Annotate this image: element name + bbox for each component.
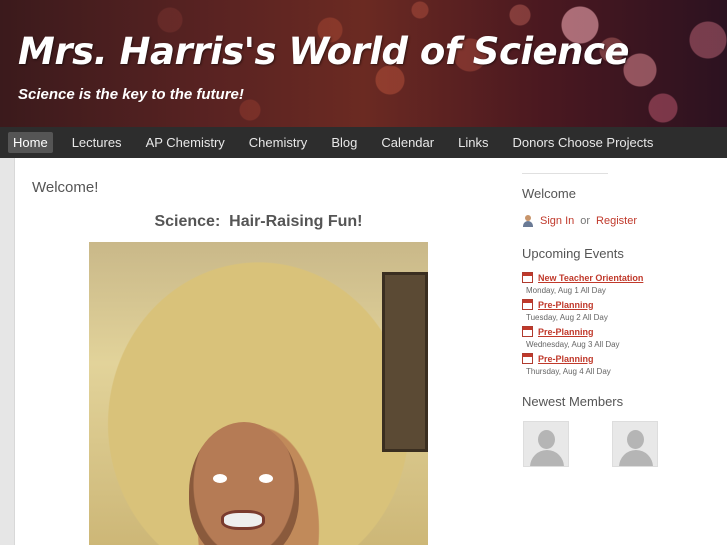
user-icon	[522, 215, 534, 227]
site-header: Mrs. Harris's World of Science Science i…	[0, 0, 727, 127]
calendar-icon	[522, 353, 533, 364]
member-avatar[interactable]	[612, 421, 658, 467]
sidebar: Welcome Sign In or Register Upcoming Eve…	[522, 158, 722, 545]
site-title[interactable]: Mrs. Harris's World of Science	[18, 30, 630, 73]
event-title-link[interactable]: Pre-Planning	[538, 300, 594, 310]
page-title: Welcome!	[32, 179, 99, 196]
event-date: Monday, Aug 1 All Day	[526, 286, 606, 295]
hair-raising-photo	[89, 242, 428, 545]
event-item: Pre-Planning Wednesday, Aug 3 All Day	[522, 326, 722, 349]
sign-in-link[interactable]: Sign In	[540, 215, 574, 227]
nav-item-lectures[interactable]: Lectures	[67, 132, 127, 153]
sidebar-divider	[522, 173, 608, 174]
upcoming-events-heading: Upcoming Events	[522, 246, 624, 261]
event-title-link[interactable]: New Teacher Orientation	[538, 273, 643, 283]
nav-item-donors-choose[interactable]: Donors Choose Projects	[507, 132, 658, 153]
event-title-link[interactable]: Pre-Planning	[538, 354, 594, 364]
calendar-icon	[522, 326, 533, 337]
nav-item-links[interactable]: Links	[453, 132, 493, 153]
mouth	[221, 510, 265, 530]
newest-members-heading: Newest Members	[522, 394, 624, 409]
right-eye	[259, 474, 273, 483]
event-item: New Teacher Orientation Monday, Aug 1 Al…	[522, 272, 722, 295]
calendar-icon	[522, 272, 533, 283]
calendar-icon	[522, 299, 533, 310]
welcome-heading: Welcome	[522, 186, 576, 201]
left-eye	[213, 474, 227, 483]
nav-item-blog[interactable]: Blog	[326, 132, 362, 153]
or-label: or	[580, 215, 591, 227]
main-nav: Home Lectures AP Chemistry Chemistry Blo…	[0, 127, 727, 158]
post-title: Science: Hair-Raising Fun!	[154, 213, 363, 230]
content-area: Welcome! Science: Hair-Raising Fun! Welc…	[14, 158, 727, 545]
event-item: Pre-Planning Tuesday, Aug 2 All Day	[522, 299, 722, 322]
wall-picture-frame	[382, 272, 428, 452]
nav-item-home[interactable]: Home	[8, 132, 53, 153]
event-date: Tuesday, Aug 2 All Day	[526, 313, 608, 322]
nav-item-ap-chemistry[interactable]: AP Chemistry	[141, 132, 230, 153]
event-date: Wednesday, Aug 3 All Day	[526, 340, 620, 349]
nav-item-calendar[interactable]: Calendar	[376, 132, 439, 153]
face	[189, 422, 299, 545]
signin-row: Sign In or Register	[522, 215, 637, 227]
event-title-link[interactable]: Pre-Planning	[538, 327, 594, 337]
register-link[interactable]: Register	[596, 215, 637, 227]
member-avatar[interactable]	[523, 421, 569, 467]
event-date: Thursday, Aug 4 All Day	[526, 367, 611, 376]
event-item: Pre-Planning Thursday, Aug 4 All Day	[522, 353, 722, 376]
site-tagline: Science is the key to the future!	[18, 86, 244, 103]
nav-item-chemistry[interactable]: Chemistry	[244, 132, 313, 153]
